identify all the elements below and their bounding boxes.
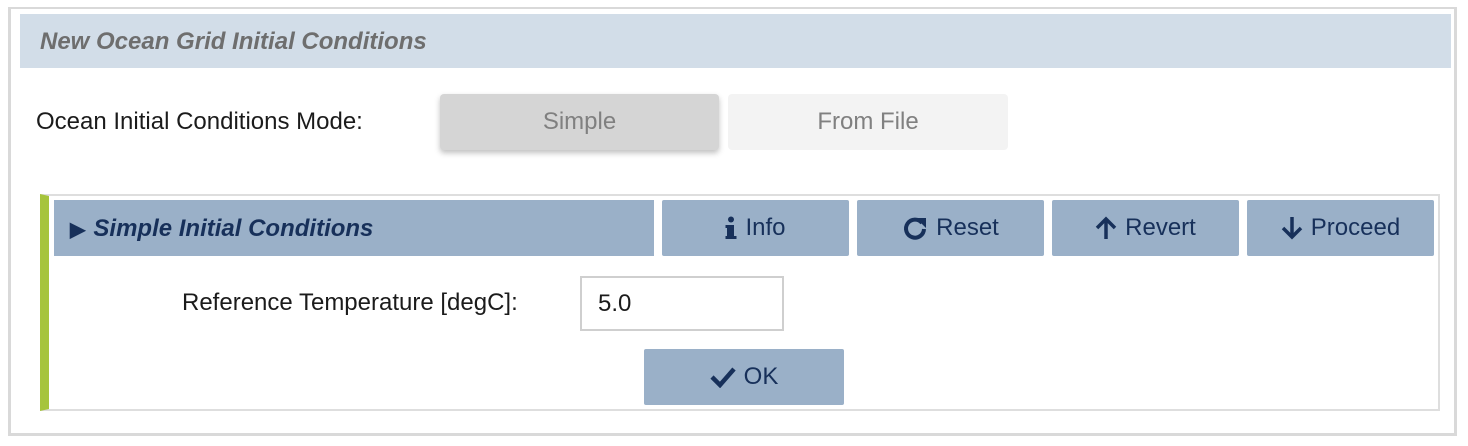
info-icon (725, 216, 737, 240)
revert-label: Revert (1125, 214, 1196, 241)
proceed-label: Proceed (1310, 214, 1401, 241)
section-title-text: Simple Initial Conditions (93, 215, 374, 242)
mode-simple-button[interactable]: Simple (440, 94, 719, 150)
redo-arrow-icon (902, 215, 928, 241)
reset-button[interactable]: Reset (857, 200, 1044, 256)
reference-temperature-label: Reference Temperature [degC]: (182, 289, 518, 316)
panel-title: New Ocean Grid Initial Conditions (40, 28, 427, 55)
section-title: ▶ Simple Initial Conditions (70, 215, 373, 243)
section-header-toggle[interactable]: ▶ Simple Initial Conditions (54, 200, 654, 256)
info-label: Info (745, 214, 786, 241)
proceed-button[interactable]: Proceed (1247, 200, 1434, 256)
reference-temperature-input[interactable] (580, 276, 784, 331)
reset-label: Reset (936, 214, 999, 241)
info-button[interactable]: Info (662, 200, 849, 256)
ok-button[interactable]: OK (644, 349, 844, 405)
checkmark-icon (710, 366, 736, 388)
revert-button[interactable]: Revert (1052, 200, 1239, 256)
triangle-right-icon: ▶ (70, 219, 86, 241)
arrow-up-icon (1095, 216, 1117, 240)
mode-from-file-button[interactable]: From File (728, 94, 1008, 150)
mode-label: Ocean Initial Conditions Mode: (36, 108, 363, 135)
panel-header: New Ocean Grid Initial Conditions (20, 14, 1451, 68)
arrow-down-icon (1281, 216, 1303, 240)
ok-label: OK (743, 363, 779, 390)
